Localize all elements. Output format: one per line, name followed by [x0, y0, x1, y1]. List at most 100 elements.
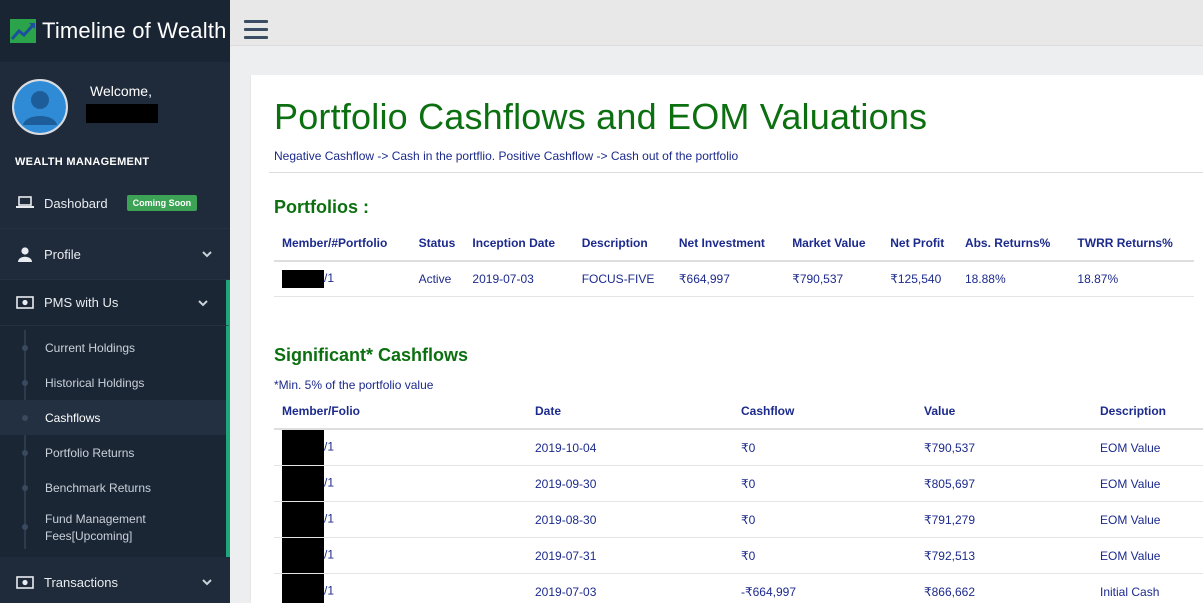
folio-cell: /1: [274, 537, 527, 574]
hamburger-icon: [244, 28, 268, 31]
portfolios-table: Member/#Portfolio Status Inception Date …: [274, 226, 1194, 297]
date-cell: 2019-07-31: [527, 537, 733, 574]
table-row[interactable]: /1 2019-08-30 ₹0 ₹791,279 EOM Value: [274, 501, 1203, 538]
menu-toggle-button[interactable]: [244, 20, 268, 40]
folio-number: /1: [324, 583, 335, 598]
table-row[interactable]: /1 2019-07-31 ₹0 ₹792,513 EOM Value: [274, 537, 1203, 574]
bullet-icon: [22, 484, 28, 491]
bullet-icon: [22, 449, 28, 456]
sidebar-subitem-historical-holdings[interactable]: Historical Holdings: [0, 365, 226, 400]
folio-cell: /1: [274, 501, 527, 538]
abs-returns-cell: 18.88%: [956, 261, 1070, 297]
table-row[interactable]: /1 Active 2019-07-03 FOCUS-FIVE ₹664,997…: [274, 261, 1194, 297]
page-subtitle: Negative Cashflow -> Cash in the portfli…: [274, 149, 739, 163]
table-header-row: Member/#Portfolio Status Inception Date …: [274, 226, 1194, 262]
redacted-member: [282, 430, 324, 465]
hamburger-icon: [244, 36, 268, 39]
column-header[interactable]: Status: [410, 226, 465, 262]
column-header[interactable]: Abs. Returns%: [956, 226, 1070, 262]
sidebar-item-label: Profile: [44, 246, 81, 262]
market-value-cell: ₹790,537: [784, 261, 883, 297]
growth-chart-icon: [10, 19, 36, 43]
welcome-text: Welcome,: [90, 83, 152, 99]
folio-number: /1: [324, 475, 335, 490]
folio-number: /1: [324, 439, 335, 454]
folio-cell: /1: [274, 573, 527, 603]
table-header-row: Member/Folio Date Cashflow Value Descrip…: [274, 394, 1203, 430]
user-icon: [15, 246, 35, 262]
sidebar-subitem-label: Current Holdings: [45, 340, 136, 355]
sidebar-subitem-cashflows[interactable]: Cashflows: [0, 400, 226, 435]
cashflows-heading: Significant* Cashflows: [274, 345, 469, 365]
coming-soon-badge: Coming Soon: [126, 195, 198, 211]
chevron-down-icon: [202, 251, 212, 258]
sidebar-subitem-label: Cashflows: [45, 410, 101, 425]
sidebar-item-dashboard[interactable]: Dashobard Coming Soon: [0, 178, 230, 229]
column-header[interactable]: Value: [916, 394, 1092, 430]
date-cell: 2019-09-30: [527, 465, 733, 502]
description-cell: FOCUS-FIVE: [573, 261, 671, 297]
twrr-returns-cell: 18.87%: [1069, 261, 1194, 297]
net-profit-cell: ₹125,540: [882, 261, 957, 297]
portfolios-heading: Portfolios :: [274, 197, 369, 217]
folio-number: /1: [324, 547, 335, 562]
section-title: WEALTH MANAGEMENT: [15, 156, 150, 168]
chevron-down-icon: [202, 579, 212, 586]
column-header[interactable]: Member/#Portfolio: [274, 226, 411, 262]
brand[interactable]: Timeline of Wealth: [0, 0, 230, 62]
inception-cell: 2019-07-03: [464, 261, 574, 297]
sidebar-subitem-current-holdings[interactable]: Current Holdings: [0, 330, 226, 365]
hamburger-icon: [244, 20, 268, 23]
column-header[interactable]: Market Value: [784, 226, 883, 262]
sidebar-item-profile[interactable]: Profile: [0, 229, 230, 280]
column-header[interactable]: TWRR Returns%: [1069, 226, 1194, 262]
value-cell: ₹792,513: [916, 537, 1092, 574]
folio-cell: /1: [274, 465, 527, 502]
avatar[interactable]: [12, 79, 68, 135]
cashflow-cell: ₹0: [733, 429, 916, 466]
sidebar-item-pms[interactable]: PMS with Us: [0, 280, 230, 326]
sidebar-nav: Dashobard Coming Soon Profile PMS with U…: [0, 178, 230, 603]
value-cell: ₹791,279: [916, 501, 1092, 538]
column-header[interactable]: Net Profit: [882, 226, 957, 262]
column-header[interactable]: Date: [527, 394, 733, 430]
column-header[interactable]: Description: [573, 226, 671, 262]
redacted-member: [282, 269, 324, 288]
sidebar-subitem-portfolio-returns[interactable]: Portfolio Returns: [0, 435, 226, 470]
column-header[interactable]: Member/Folio: [274, 394, 527, 430]
redacted-member: [282, 538, 324, 573]
laptop-icon: [15, 196, 35, 210]
sidebar-subitem-label: Portfolio Returns: [45, 445, 135, 460]
sidebar-subitem-benchmark-returns[interactable]: Benchmark Returns: [0, 470, 226, 505]
chevron-down-icon: [198, 299, 208, 306]
redacted-member: [282, 466, 324, 501]
column-header[interactable]: Description: [1092, 394, 1203, 430]
top-bar: [230, 0, 1203, 46]
column-header[interactable]: Net Investment: [670, 226, 785, 262]
description-cell: Initial Cash: [1092, 573, 1203, 603]
sidebar-subitem-label: Historical Holdings: [45, 375, 145, 390]
app-title: Timeline of Wealth: [42, 18, 227, 43]
bullet-icon: [22, 524, 28, 530]
redacted-username: [86, 104, 158, 123]
column-header[interactable]: Inception Date: [464, 226, 574, 262]
column-header[interactable]: Cashflow: [733, 394, 916, 430]
bullet-icon: [22, 379, 28, 386]
value-cell: ₹866,662: [916, 573, 1092, 603]
sidebar-item-transactions[interactable]: Transactions: [0, 557, 230, 603]
money-icon: [15, 296, 35, 309]
description-cell: EOM Value: [1092, 429, 1203, 466]
sidebar-subitem-fund-management-fees[interactable]: Fund Management Fees[Upcoming]: [0, 505, 226, 549]
description-cell: EOM Value: [1092, 537, 1203, 574]
sidebar-subitem-label: Fund Management Fees[Upcoming]: [45, 512, 146, 543]
table-row[interactable]: /1 2019-10-04 ₹0 ₹790,537 EOM Value: [274, 429, 1203, 466]
cashflow-cell: ₹0: [733, 465, 916, 502]
value-cell: ₹805,697: [916, 465, 1092, 502]
table-row[interactable]: /1 2019-07-03 -₹664,997 ₹866,662 Initial…: [274, 573, 1203, 603]
table-row[interactable]: /1 2019-09-30 ₹0 ₹805,697 EOM Value: [274, 465, 1203, 502]
portfolio-number: /1: [324, 270, 335, 285]
value-cell: ₹790,537: [916, 429, 1092, 466]
cashflow-cell: ₹0: [733, 537, 916, 574]
sidebar-subitem-label: Benchmark Returns: [45, 480, 152, 495]
date-cell: 2019-08-30: [527, 501, 733, 538]
